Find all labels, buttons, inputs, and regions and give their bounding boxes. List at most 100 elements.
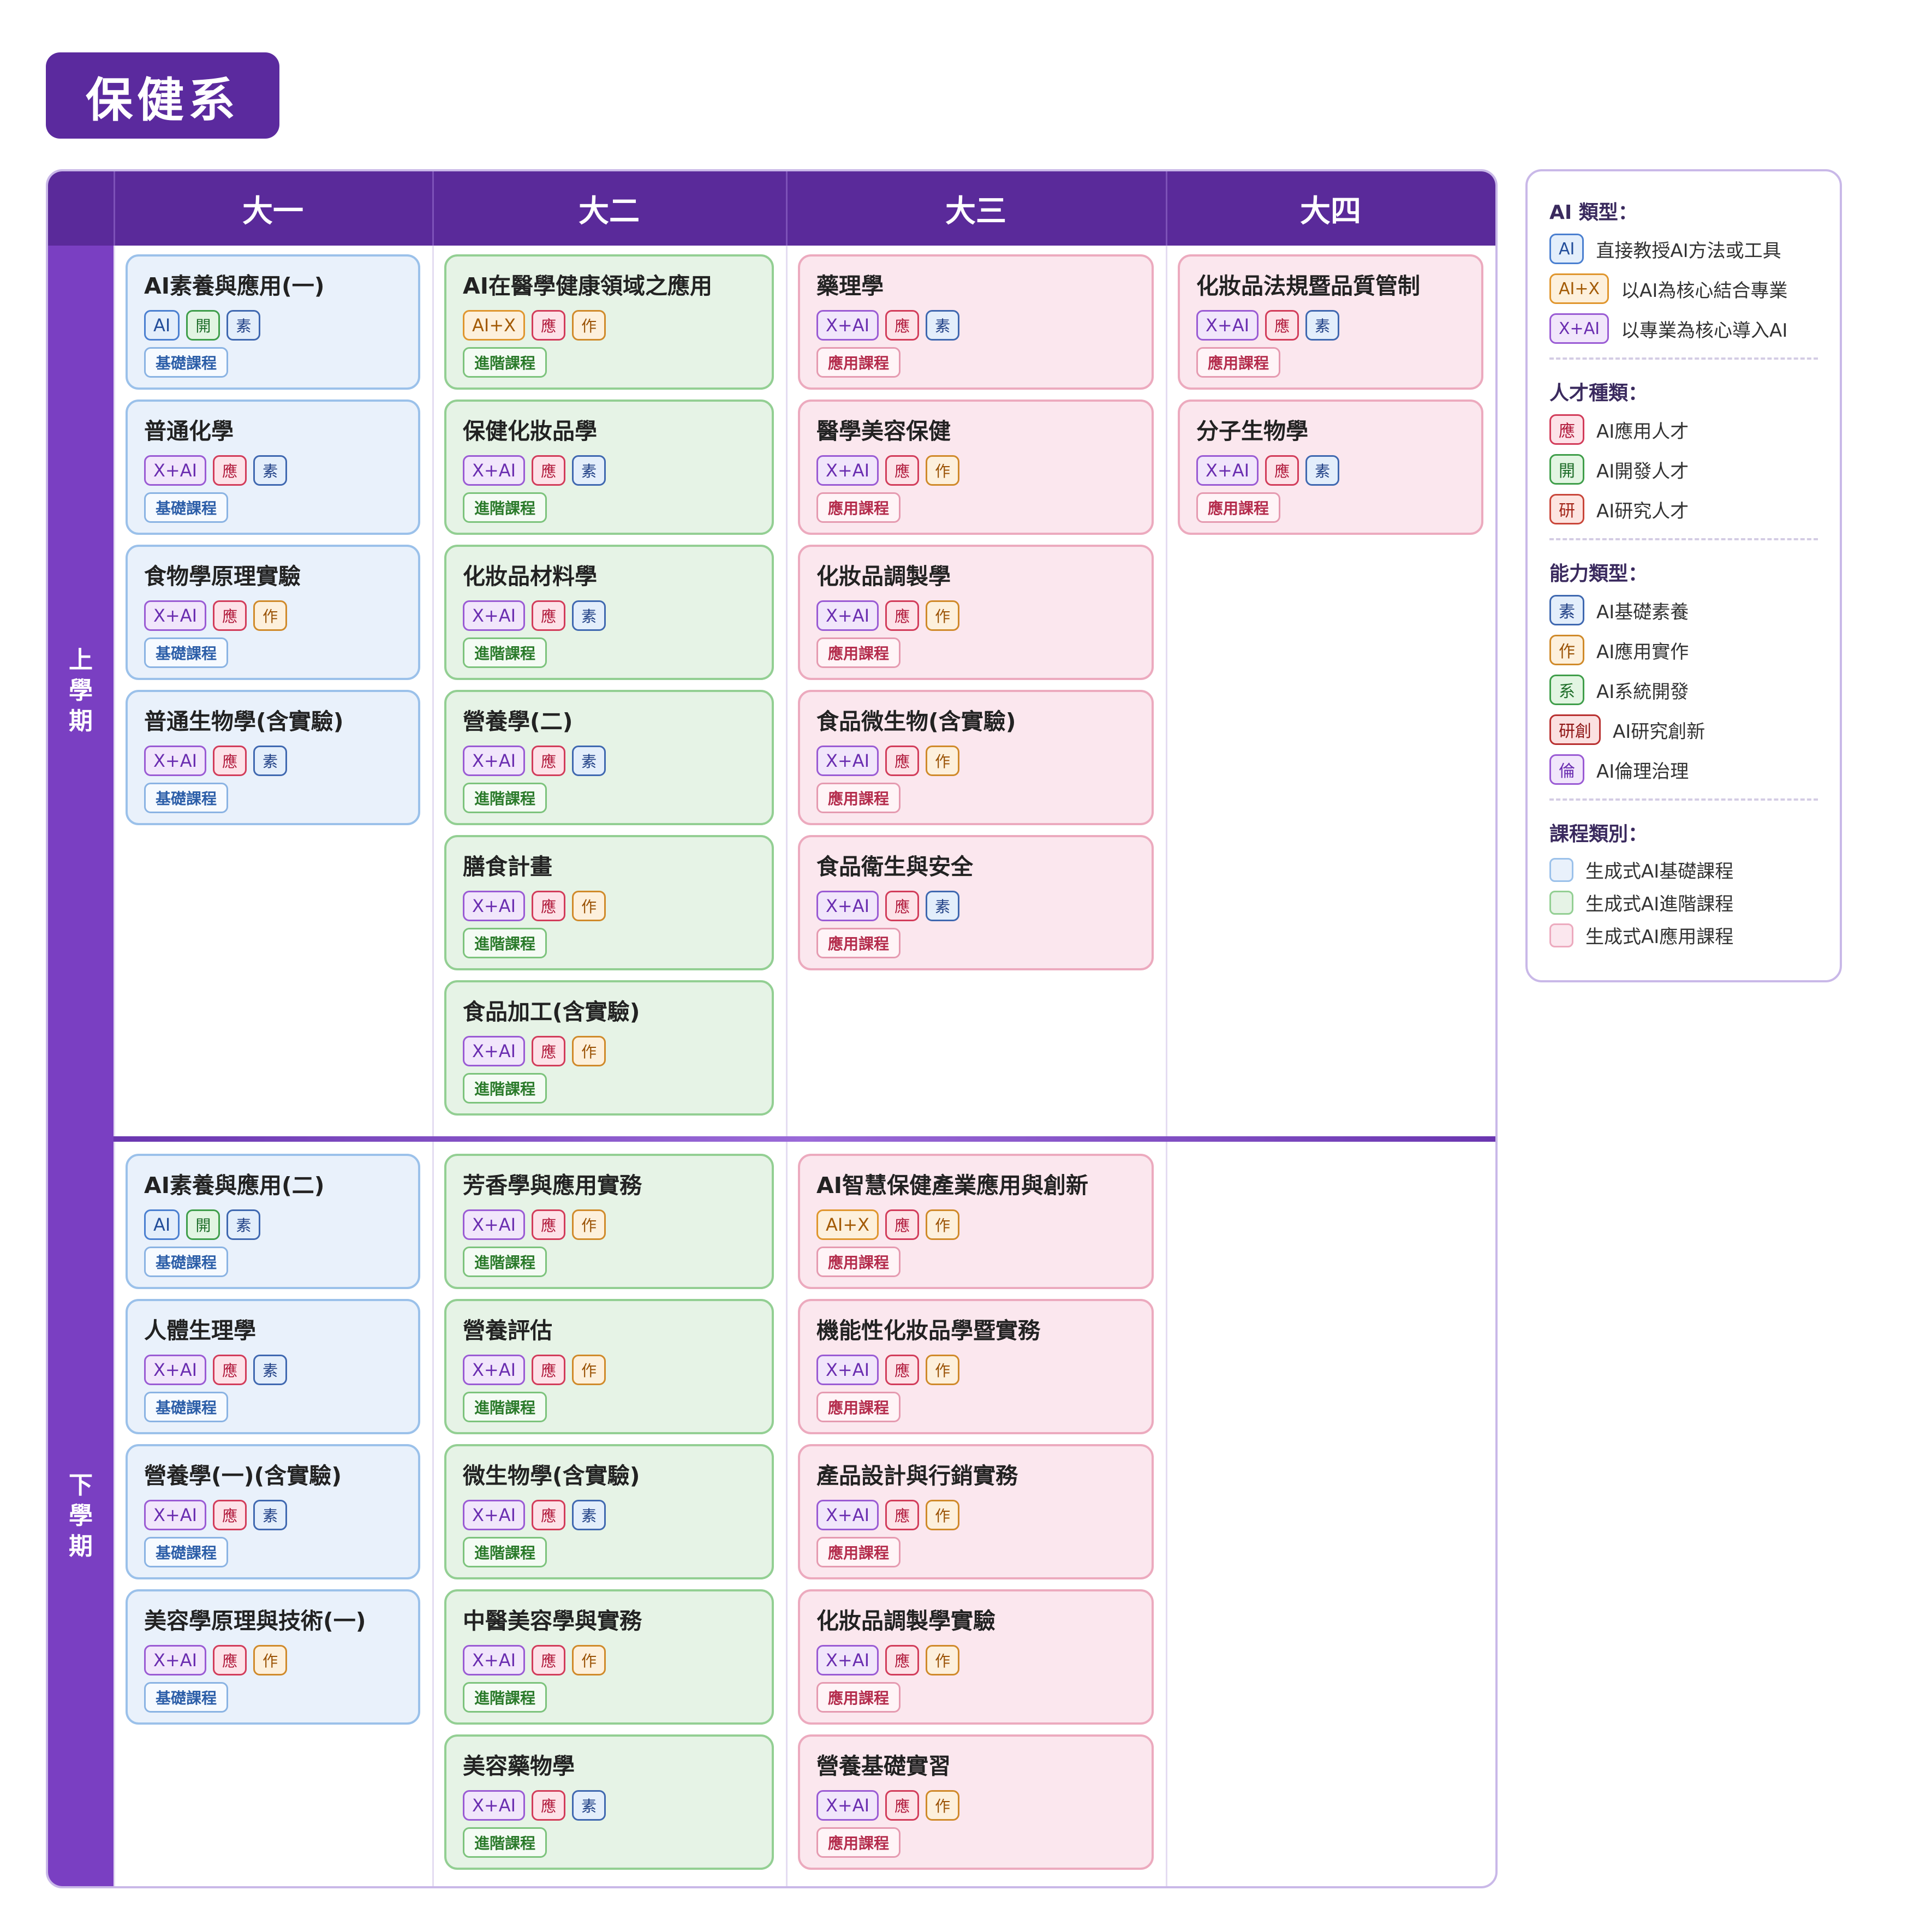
course-title: 營養評估 — [463, 1317, 552, 1344]
course-card[interactable]: 普通生物學(含實驗) X+AI 應素基礎課程 — [126, 690, 420, 825]
course-card[interactable]: AI智慧保健產業應用與創新 AI+X 應作應用課程 — [798, 1154, 1154, 1289]
legend-tag: X+AI — [1549, 313, 1609, 344]
legend-text: AI研究人才 — [1596, 500, 1689, 522]
semester-sidebar — [48, 246, 114, 1886]
course-card[interactable]: 人體生理學 X+AI 應素基礎課程 — [126, 1299, 420, 1434]
course-card[interactable]: 營養基礎實習 X+AI 應作應用課程 — [798, 1734, 1154, 1870]
tag-xai: X+AI — [816, 1500, 879, 1530]
course-card[interactable]: 保健化妝品學 X+AI 應素進階課程 — [444, 400, 774, 535]
course-card[interactable]: 食物學原理實驗 X+AI 應作基礎課程 — [126, 545, 420, 680]
tag-aix: AI+X — [816, 1209, 879, 1240]
tag-lit: 素 — [226, 310, 261, 341]
legend-item: 應 AI應用人才 — [1549, 414, 1689, 445]
tag-xai: X+AI — [816, 746, 879, 776]
tag-prac: 作 — [572, 1355, 606, 1385]
tag-app: 應 — [213, 1355, 247, 1385]
tag-xai: X+AI — [463, 455, 526, 486]
course-card[interactable]: 化妝品調製學 X+AI 應作應用課程 — [798, 545, 1154, 680]
course-card[interactable]: 機能性化妝品學暨實務 X+AI 應作應用課程 — [798, 1299, 1154, 1434]
course-card[interactable]: 醫學美容保健 X+AI 應作應用課程 — [798, 400, 1154, 535]
course-card[interactable]: 芳香學與應用實務 X+AI 應作進階課程 — [444, 1154, 774, 1289]
course-card[interactable]: 分子生物學 X+AI 應素應用課程 — [1178, 400, 1483, 535]
course-title: 膳食計畫 — [463, 854, 552, 880]
semester-divider — [114, 1136, 1495, 1142]
course-card[interactable]: 營養評估 X+AI 應作進階課程 — [444, 1299, 774, 1434]
legend-separator — [1549, 357, 1818, 360]
course-card[interactable]: AI在醫學健康領域之應用 AI+X 應作進階課程 — [444, 254, 774, 390]
course-title: 食品加工(含實驗) — [463, 999, 640, 1025]
tag-xai: X+AI — [144, 600, 207, 631]
tag-app: 應 — [885, 1645, 920, 1676]
legend-tag: 開 — [1549, 454, 1584, 485]
course-title: 食品微生物(含實驗) — [816, 708, 1016, 735]
tag-app: 應 — [1265, 455, 1299, 486]
header-divider — [432, 171, 434, 246]
course-card[interactable]: 化妝品材料學 X+AI 應素進階課程 — [444, 545, 774, 680]
tag-app: 應 — [532, 310, 566, 341]
tag-xai: X+AI — [144, 455, 207, 486]
course-card[interactable]: 膳食計畫 X+AI 應作進階課程 — [444, 835, 774, 970]
course-tags: X+AI 應素 — [1196, 310, 1340, 341]
course-tags: X+AI 應素 — [463, 455, 606, 486]
course-card[interactable]: AI素養與應用(二) AI 開素基礎課程 — [126, 1154, 420, 1289]
course-type-badge: 進階課程 — [463, 928, 547, 958]
column-divider — [432, 246, 434, 1886]
course-card[interactable]: 美容藥物學 X+AI 應素進階課程 — [444, 1734, 774, 1870]
tag-app: 應 — [532, 891, 566, 921]
course-type-badge: 進階課程 — [463, 1247, 547, 1277]
course-card[interactable]: 產品設計與行銷實務 X+AI 應作應用課程 — [798, 1444, 1154, 1579]
tag-xai: X+AI — [463, 1500, 526, 1530]
semester-char: 學 — [69, 677, 93, 705]
course-card[interactable]: 中醫美容學與實務 X+AI 應作進階課程 — [444, 1589, 774, 1725]
course-type-badge: 進階課程 — [463, 492, 547, 523]
curriculum-grid: 大一 大二 大三 大四 上學期 下學期 AI素養與應用(一) AI 開素基礎課程 普通化學 X… — [46, 169, 1498, 1888]
course-title: 營養學(二) — [463, 708, 573, 735]
legend-text: 以AI為核心結合專業 — [1621, 279, 1788, 302]
course-tags: X+AI 應素 — [816, 310, 960, 341]
tag-lit: 素 — [1305, 455, 1340, 486]
course-card[interactable]: 藥理學 X+AI 應素應用課程 — [798, 254, 1154, 390]
course-card[interactable]: 食品微生物(含實驗) X+AI 應作應用課程 — [798, 690, 1154, 825]
course-title: 美容藥物學 — [463, 1753, 575, 1779]
legend-text: 生成式AI進階課程 — [1585, 893, 1734, 915]
legend-tag: 研 — [1549, 494, 1584, 524]
course-card[interactable]: 食品衛生與安全 X+AI 應素應用課程 — [798, 835, 1154, 970]
course-title: 美容學原理與技術(一) — [144, 1608, 366, 1634]
tag-aix: AI+X — [463, 310, 526, 341]
tag-app: 應 — [532, 600, 566, 631]
tag-prac: 作 — [926, 746, 960, 776]
course-card[interactable]: 營養學(二) X+AI 應素進階課程 — [444, 690, 774, 825]
course-title: 機能性化妝品學暨實務 — [816, 1317, 1040, 1344]
course-card[interactable]: 食品加工(含實驗) X+AI 應作進階課程 — [444, 980, 774, 1116]
tag-xai: X+AI — [816, 310, 879, 341]
tag-xai: X+AI — [463, 746, 526, 776]
legend-heading: AI 類型： — [1549, 201, 1638, 224]
course-card[interactable]: 美容學原理與技術(一) X+AI 應作基礎課程 — [126, 1589, 420, 1725]
legend-item: 生成式AI基礎課程 — [1549, 856, 1733, 883]
course-card[interactable]: 營養學(一)(含實驗) X+AI 應素基礎課程 — [126, 1444, 420, 1579]
course-tags: X+AI 應作 — [144, 600, 288, 631]
course-type-badge: 應用課程 — [1196, 492, 1281, 523]
tag-xai: X+AI — [144, 1645, 207, 1676]
tag-lit: 素 — [253, 746, 288, 776]
course-tags: X+AI 應素 — [144, 455, 288, 486]
course-card[interactable]: 化妝品調製學實驗 X+AI 應作應用課程 — [798, 1589, 1154, 1725]
legend-item: 素 AI基礎素養 — [1549, 595, 1689, 625]
course-type-badge: 基礎課程 — [144, 1247, 229, 1277]
course-card[interactable]: AI素養與應用(一) AI 開素基礎課程 — [126, 254, 420, 390]
course-tags: X+AI 應素 — [463, 1790, 606, 1821]
legend-item: AI+X 以AI為核心結合專業 — [1549, 273, 1787, 304]
course-title: 化妝品材料學 — [463, 563, 597, 589]
course-type-badge: 基礎課程 — [144, 1682, 229, 1713]
course-type-badge: 基礎課程 — [144, 637, 229, 668]
tag-xai: X+AI — [463, 600, 526, 631]
course-type-badge: 應用課程 — [816, 1247, 901, 1277]
course-card[interactable]: 微生物學(含實驗) X+AI 應素進階課程 — [444, 1444, 774, 1579]
tag-xai: X+AI — [816, 455, 879, 486]
course-tags: X+AI 應作 — [816, 1645, 960, 1676]
legend-tag: AI+X — [1549, 273, 1609, 304]
course-card[interactable]: 化妝品法規暨品質管制 X+AI 應素應用課程 — [1178, 254, 1483, 390]
tag-xai: X+AI — [816, 1645, 879, 1676]
course-title: 芳香學與應用實務 — [463, 1172, 642, 1199]
course-card[interactable]: 普通化學 X+AI 應素基礎課程 — [126, 400, 420, 535]
